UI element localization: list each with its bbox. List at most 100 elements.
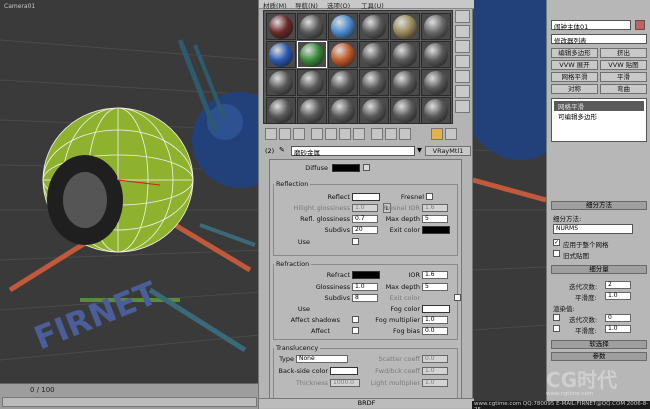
material-sample-slot[interactable] — [297, 69, 327, 96]
put-to-library-button[interactable] — [339, 128, 351, 140]
material-name-dropdown-icon[interactable]: ▼ — [417, 146, 422, 154]
diffuse-map-button[interactable] — [363, 164, 370, 171]
refr-subdivs-spinner[interactable]: 8 — [352, 294, 378, 302]
fresnel-ior-spinner[interactable]: 1.6 — [422, 204, 448, 212]
edit-poly-button[interactable]: 编辑多边形 — [551, 48, 598, 58]
material-sample-slot[interactable] — [328, 97, 358, 124]
fresnel-checkbox[interactable] — [426, 193, 433, 200]
old-style-mapping-checkbox[interactable] — [553, 250, 560, 257]
light-multiplier-spinner[interactable]: 1.0 — [422, 379, 448, 387]
options-button[interactable] — [455, 100, 470, 113]
material-sample-slot[interactable] — [266, 97, 296, 124]
iterations-spinner[interactable]: 2 — [605, 281, 631, 289]
material-sample-slot[interactable] — [421, 69, 451, 96]
fog-bias-spinner[interactable]: 0.0 — [422, 327, 448, 335]
material-sample-slot[interactable] — [421, 41, 451, 68]
material-type-button[interactable]: VRayMtl1 — [425, 146, 471, 156]
make-preview-button[interactable] — [455, 85, 470, 98]
show-map-button[interactable] — [371, 128, 383, 140]
stack-item-meshsmooth[interactable]: 网格平滑 — [554, 101, 644, 111]
fog-multiplier-spinner[interactable]: 1.0 — [422, 316, 448, 324]
refr-exit-checkbox[interactable] — [454, 294, 461, 301]
assign-to-selection-button[interactable] — [293, 128, 305, 140]
material-sample-slot[interactable] — [328, 41, 358, 68]
go-forward-button[interactable] — [445, 128, 457, 140]
refract-color-swatch[interactable] — [352, 271, 380, 279]
eyedropper-icon[interactable]: ✎ — [279, 146, 285, 154]
make-unique-button[interactable] — [325, 128, 337, 140]
material-sample-slot[interactable] — [266, 69, 296, 96]
backlight-button[interactable] — [455, 25, 470, 38]
material-sample-slot[interactable] — [359, 41, 389, 68]
soft-selection-rollout[interactable]: 软选择 — [551, 340, 647, 349]
refr-max-depth-spinner[interactable]: 5 — [422, 283, 448, 291]
material-sample-slot[interactable] — [421, 13, 451, 40]
bend-button[interactable]: 弯曲 — [600, 84, 647, 94]
unwrap-uvw-button[interactable]: VVW 展开 — [551, 60, 598, 70]
refl-exit-color-swatch[interactable] — [422, 226, 450, 234]
refl-use-checkbox[interactable] — [352, 238, 359, 245]
material-name-field[interactable]: 磨砂金属 — [291, 146, 415, 157]
video-check-button[interactable] — [455, 70, 470, 83]
thickness-spinner[interactable]: 1000.0 — [330, 379, 360, 387]
refl-subdivs-spinner[interactable]: 20 — [352, 226, 378, 234]
time-slider-track[interactable] — [2, 397, 257, 407]
modifier-list-dropdown[interactable]: 修改器列表 — [551, 34, 647, 45]
reset-map-button[interactable] — [311, 128, 323, 140]
material-sample-slot[interactable] — [390, 13, 420, 40]
backside-color-swatch[interactable] — [330, 367, 358, 375]
material-sample-slot[interactable] — [421, 97, 451, 124]
render-iterations-checkbox[interactable] — [553, 314, 560, 321]
render-smoothness-spinner[interactable]: 1.0 — [605, 325, 631, 333]
material-id-button[interactable] — [353, 128, 365, 140]
subdivision-method-dropdown[interactable]: NURMS — [553, 224, 633, 234]
material-sample-slot[interactable] — [297, 13, 327, 40]
smooth-button[interactable]: 平滑 — [600, 72, 647, 82]
translucency-type-dropdown[interactable]: None — [296, 355, 348, 363]
brdf-rollout-header[interactable]: BRDF — [259, 398, 474, 408]
material-sample-slot[interactable] — [390, 97, 420, 124]
show-end-result-button[interactable] — [385, 128, 397, 140]
material-sample-slot[interactable] — [328, 13, 358, 40]
fwd-bck-coeff-spinner[interactable]: 1.0 — [422, 367, 448, 375]
go-to-parent-button[interactable] — [399, 128, 411, 140]
material-sample-slot[interactable] — [359, 13, 389, 40]
material-sample-slot[interactable] — [328, 69, 358, 96]
ior-spinner[interactable]: 1.6 — [422, 271, 448, 279]
refl-glossiness-spinner[interactable]: 0.7 — [352, 215, 378, 223]
object-color-swatch[interactable] — [635, 20, 645, 30]
material-sample-slot[interactable] — [266, 13, 296, 40]
menu-options[interactable]: 选项(O) — [327, 0, 350, 10]
hilight-glossiness-spinner[interactable]: 1.0 — [352, 204, 378, 212]
apply-whole-mesh-checkbox[interactable]: ✓ — [553, 239, 560, 246]
render-smoothness-checkbox[interactable] — [553, 325, 560, 332]
meshsmooth-button[interactable]: 网格平滑 — [551, 72, 598, 82]
refr-glossiness-spinner[interactable]: 1.0 — [352, 283, 378, 291]
stack-item-editable-poly[interactable]: 可编辑多边形 — [554, 111, 644, 121]
material-sample-slot[interactable] — [266, 41, 296, 68]
get-material-button[interactable] — [265, 128, 277, 140]
reflect-color-swatch[interactable] — [352, 193, 380, 201]
refl-max-depth-spinner[interactable]: 5 — [422, 215, 448, 223]
sample-type-button[interactable] — [455, 10, 470, 23]
fog-color-swatch[interactable] — [422, 305, 450, 313]
material-sample-slot[interactable] — [390, 41, 420, 68]
material-sample-slot[interactable] — [390, 69, 420, 96]
menu-utilities[interactable]: 工具(U) — [361, 0, 384, 10]
diffuse-color-swatch[interactable] — [332, 164, 360, 172]
symmetry-button[interactable]: 对称 — [551, 84, 598, 94]
menu-material[interactable]: 材质(M) — [263, 0, 287, 10]
affect-checkbox[interactable] — [352, 327, 359, 334]
material-sample-slot[interactable] — [359, 69, 389, 96]
menu-navigation[interactable]: 导航(N) — [295, 0, 318, 10]
uvw-map-button[interactable]: VVW 贴图 — [600, 60, 647, 70]
affect-shadows-checkbox[interactable] — [352, 316, 359, 323]
background-button[interactable] — [455, 40, 470, 53]
material-sample-slot[interactable] — [297, 41, 327, 68]
object-name-field[interactable]: 闹钟主体01 — [551, 20, 631, 31]
parameters-rollout[interactable]: 参数 — [551, 352, 647, 361]
subdivision-method-rollout[interactable]: 细分方法 — [551, 201, 647, 210]
extrude-button[interactable]: 挤出 — [600, 48, 647, 58]
material-sample-slot[interactable] — [359, 97, 389, 124]
pick-material-button[interactable] — [431, 128, 443, 140]
